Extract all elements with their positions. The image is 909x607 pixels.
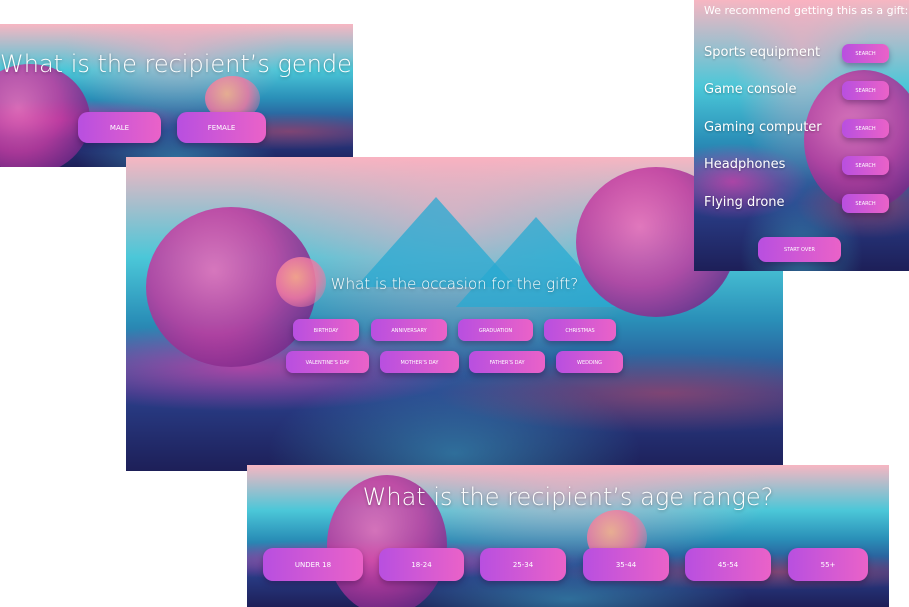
start-over-button[interactable]: START OVER <box>758 237 841 262</box>
occasion-screen: What is the occasion for the gift? BIRTH… <box>126 157 783 471</box>
mothers-day-button[interactable]: MOTHER’S DAY <box>380 351 459 373</box>
recommendation-item: Gaming computer <box>704 120 822 135</box>
mountain-illustration <box>356 197 516 287</box>
fathers-day-button[interactable]: FATHER’S DAY <box>469 351 545 373</box>
anniversary-button[interactable]: ANNIVERSARY <box>371 319 447 341</box>
age-question: What is the recipient’s age range? <box>362 483 774 511</box>
tree-illustration <box>0 64 90 167</box>
age-screen: What is the recipient’s age range? UNDER… <box>247 465 889 607</box>
birthday-button[interactable]: BIRTHDAY <box>293 319 359 341</box>
search-button[interactable]: SEARCH <box>842 44 889 63</box>
recommendation-heading: We recommend getting this as a gift: <box>704 4 909 17</box>
search-button[interactable]: SEARCH <box>842 194 889 213</box>
wedding-button[interactable]: WEDDING <box>556 351 623 373</box>
age-35-44-button[interactable]: 35-44 <box>583 548 669 581</box>
search-button[interactable]: SEARCH <box>842 81 889 100</box>
recommendation-screen: We recommend getting this as a gift: Spo… <box>694 0 909 271</box>
female-button[interactable]: FEMALE <box>177 112 266 143</box>
gender-screen: What is the recipient’s gender? MALE FEM… <box>0 24 353 167</box>
search-button[interactable]: SEARCH <box>842 156 889 175</box>
recommendation-item: Flying drone <box>704 195 785 210</box>
gender-question: What is the recipient’s gender? <box>0 50 353 78</box>
search-button[interactable]: SEARCH <box>842 119 889 138</box>
valentines-day-button[interactable]: VALENTINE’S DAY <box>286 351 369 373</box>
age-under-18-button[interactable]: UNDER 18 <box>263 548 363 581</box>
age-25-34-button[interactable]: 25-34 <box>480 548 566 581</box>
occasion-question: What is the occasion for the gift? <box>330 275 579 293</box>
age-45-54-button[interactable]: 45-54 <box>685 548 771 581</box>
recommendation-item: Game console <box>704 82 797 97</box>
age-18-24-button[interactable]: 18-24 <box>379 548 464 581</box>
christmas-button[interactable]: CHRISTMAS <box>544 319 616 341</box>
recommendation-item: Sports equipment <box>704 45 821 60</box>
graduation-button[interactable]: GRADUATION <box>458 319 533 341</box>
mountain-illustration <box>456 217 616 307</box>
age-55-plus-button[interactable]: 55+ <box>788 548 868 581</box>
recommendation-item: Headphones <box>704 157 786 172</box>
male-button[interactable]: MALE <box>78 112 161 143</box>
